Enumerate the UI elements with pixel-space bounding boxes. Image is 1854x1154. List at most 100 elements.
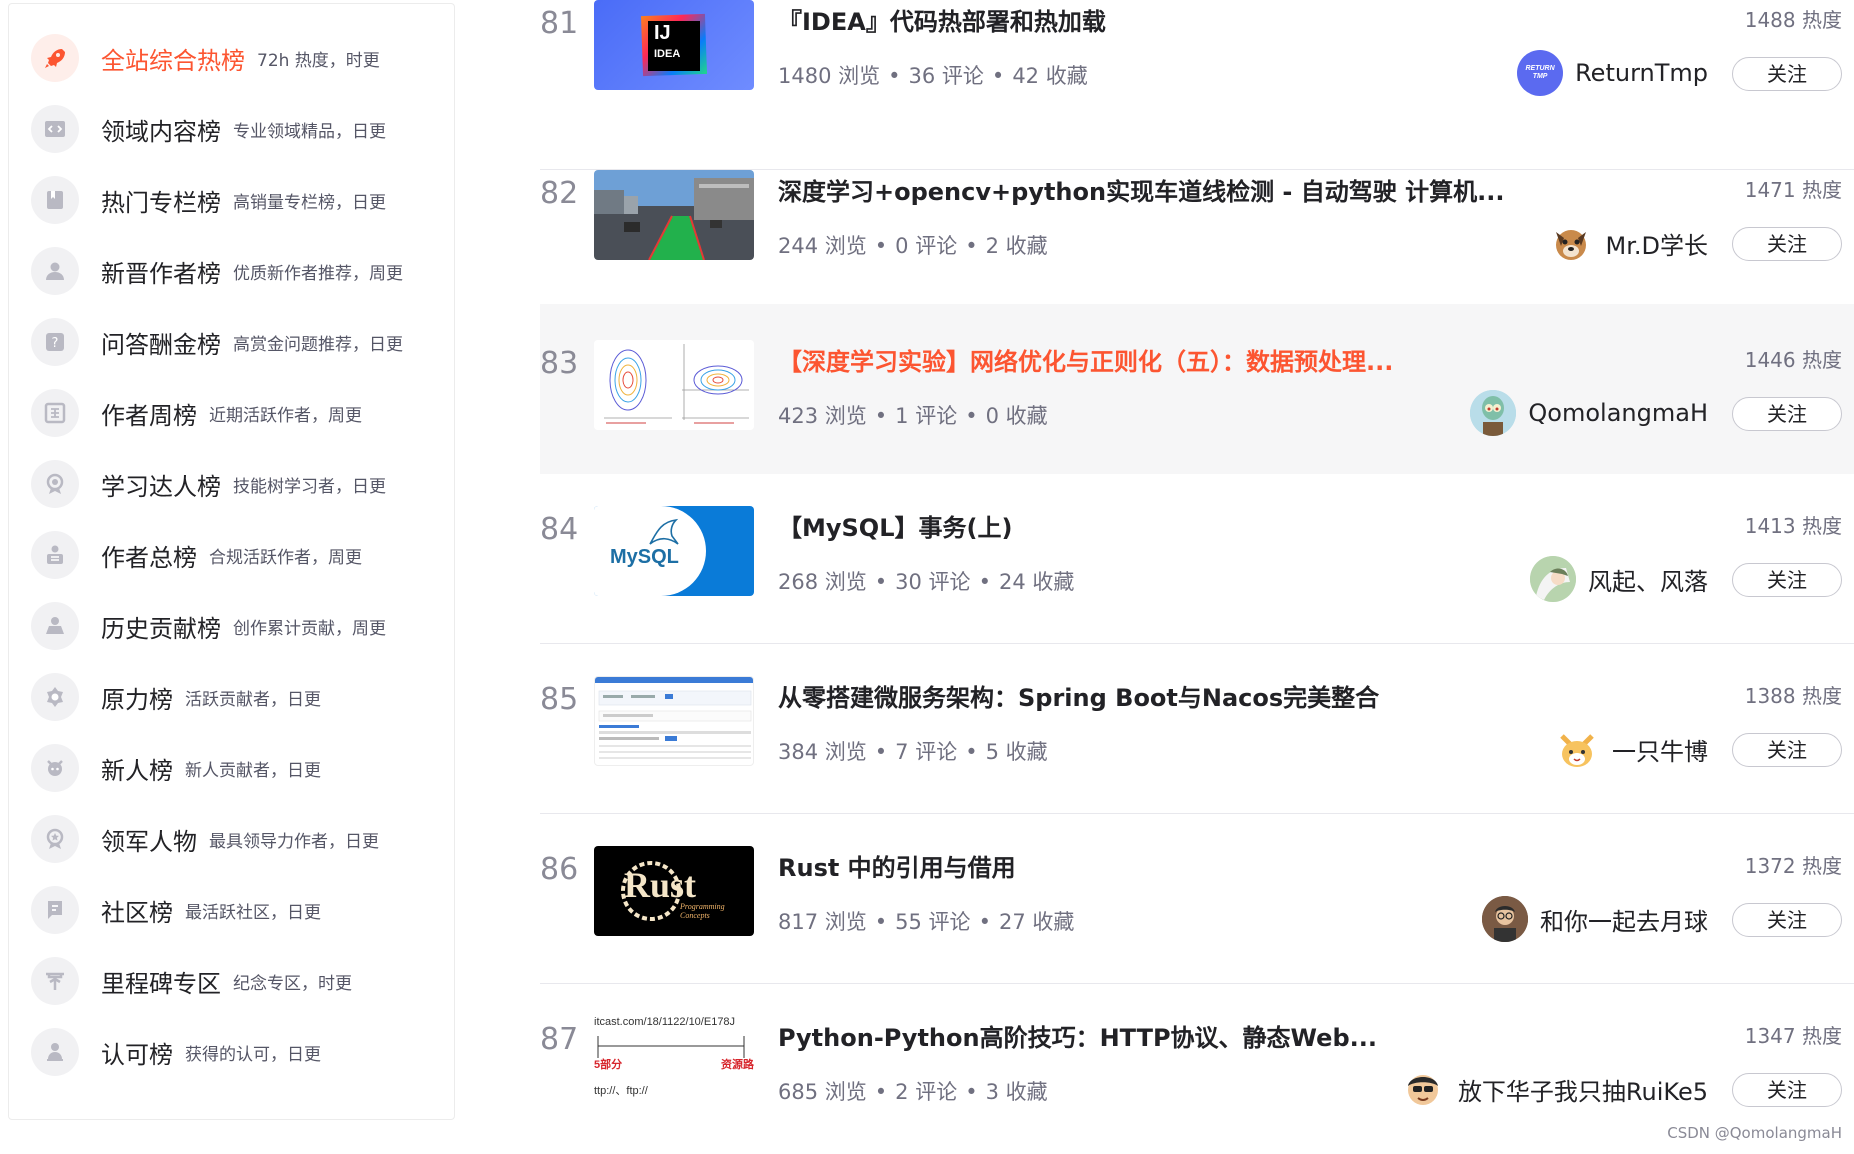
question-icon: ? xyxy=(31,318,79,366)
article-title[interactable]: 【深度学习实验】网络优化与正则化（五）：数据预处理... xyxy=(778,342,1393,377)
sidebar-item-name: 全站综合热榜 xyxy=(101,46,245,75)
author-name[interactable]: ReturnTmp xyxy=(1575,59,1708,87)
author-info[interactable]: RETURN TMP ReturnTmp xyxy=(1517,48,1708,98)
idea-logo-thumbnail[interactable]: IJ IDEA xyxy=(594,0,754,90)
mysql-logo-thumbnail[interactable]: MySQL xyxy=(594,506,754,596)
follow-button[interactable]: 关注 xyxy=(1732,227,1842,261)
anime-avatar[interactable] xyxy=(1530,556,1576,602)
author-info[interactable]: 一只牛博 xyxy=(1554,724,1708,774)
sidebar-item-approval[interactable]: 认可榜 获得的认可，日更 xyxy=(31,1022,451,1082)
author-info[interactable]: 放下华子我只抽RuiKe5 xyxy=(1399,1064,1708,1114)
sidebar-item-newcomer[interactable]: 新人榜 新人贡献者，日更 xyxy=(31,738,451,798)
favorites-count: 42 收藏 xyxy=(1012,64,1088,88)
follow-button[interactable]: 关注 xyxy=(1732,1073,1842,1107)
url-part-left-label: 5部分 xyxy=(594,1059,623,1071)
squidward-avatar[interactable] xyxy=(1470,390,1517,436)
sidebar-item-leader[interactable]: 领军人物 最具领导力作者，日更 xyxy=(31,809,451,869)
sidebar-item-site-hot[interactable]: 全站综合热榜 72h 热度，时更 xyxy=(31,28,451,88)
list-item[interactable]: 84 MySQL 【MySQL】事务(上) 268 浏览 • 30 评论 • 24 收藏… xyxy=(540,474,1854,644)
sidebar-item-learner[interactable]: 学习达人榜 技能树学习者，日更 xyxy=(31,454,451,514)
force-icon xyxy=(31,673,79,721)
sidebar-item-name: 新人榜 xyxy=(101,756,173,785)
sidebar-item-desc: 高销量专栏榜，日更 xyxy=(233,192,386,213)
dog-avatar[interactable] xyxy=(1547,220,1594,266)
sidebar-item-community[interactable]: 社区榜 最活跃社区，日更 xyxy=(31,880,451,940)
author-info[interactable]: 风起、风落 xyxy=(1530,554,1708,604)
follow-button[interactable]: 关注 xyxy=(1732,397,1842,431)
author-name[interactable]: 放下华子我只抽RuiKe5 xyxy=(1458,1072,1708,1107)
sidebar-item-desc: 合规活跃作者，周更 xyxy=(209,547,362,568)
sidebar-item-desc: 优质新作者推荐，周更 xyxy=(233,263,403,284)
svg-text:?: ? xyxy=(52,336,59,351)
follow-button[interactable]: 关注 xyxy=(1732,57,1842,91)
comments-count: 7 评论 xyxy=(895,740,958,764)
article-title[interactable]: 【MySQL】事务(上) xyxy=(778,508,1012,543)
sidebar-item-domain[interactable]: 领域内容榜 专业领域精品，日更 xyxy=(31,99,451,159)
rank-number: 83 xyxy=(540,346,579,381)
idea-logo-subtext: IDEA xyxy=(654,48,681,60)
rank-number: 81 xyxy=(540,6,579,41)
sidebar-item-milestone[interactable]: 里程碑专区 纪念专区，时更 xyxy=(31,951,451,1011)
comments-count: 36 评论 xyxy=(908,64,984,88)
sidebar-item-desc: 新人贡献者，日更 xyxy=(185,760,321,781)
follow-button[interactable]: 关注 xyxy=(1732,733,1842,767)
heat-score: 1488 热度 xyxy=(1744,8,1842,32)
views-count: 817 浏览 xyxy=(778,910,867,934)
author-info[interactable]: Mr.D学长 xyxy=(1547,218,1708,268)
sidebar-item-desc: 活跃贡献者，日更 xyxy=(185,689,321,710)
nacos-console-thumbnail[interactable] xyxy=(594,676,754,766)
list-item[interactable]: 81 IJ IDEA 『IDEA』代码热部署和热加载 1480 浏览 • 36 评论… xyxy=(540,0,1854,170)
cat-avatar[interactable] xyxy=(1554,726,1600,772)
sidebar-item-desc: 近期活跃作者，周更 xyxy=(209,405,362,426)
lane-detection-thumbnail[interactable] xyxy=(594,170,754,260)
sidebar-item-qa-reward[interactable]: ? 问答酬金榜 高赏金问题推荐，日更 xyxy=(31,312,451,372)
article-stats: 1480 浏览 • 36 评论 • 42 收藏 xyxy=(778,64,1088,88)
favorites-count: 5 收藏 xyxy=(985,740,1048,764)
author-name[interactable]: 一只牛博 xyxy=(1612,732,1708,767)
list-item[interactable]: 87 itcast.com/18/1122/10/E178J 5部分 资源路 t… xyxy=(540,984,1854,1154)
author-info[interactable]: QomolangmaH xyxy=(1470,388,1708,438)
sidebar-item-author-week[interactable]: 作者周榜 近期活跃作者，周更 xyxy=(31,383,451,443)
sidebar-item-force[interactable]: 原力榜 活跃贡献者，日更 xyxy=(31,667,451,727)
sidebar-item-new-author[interactable]: 新晋作者榜 优质新作者推荐，周更 xyxy=(31,241,451,301)
article-title[interactable]: Python-Python高阶技巧：HTTP协议、静态Web... xyxy=(778,1018,1377,1053)
author-info[interactable]: 和你一起去月球 xyxy=(1482,894,1708,944)
sidebar-item-name: 社区榜 xyxy=(101,898,173,927)
rank-number: 85 xyxy=(540,682,579,717)
list-item[interactable]: 85 从零搭建微服务架构：Spring Boot与Nacos完美整合 384 浏… xyxy=(540,644,1854,814)
author-name[interactable]: 风起、风落 xyxy=(1588,562,1708,597)
heat-score: 1388 热度 xyxy=(1744,684,1842,708)
article-title[interactable]: 『IDEA』代码热部署和热加载 xyxy=(778,2,1106,37)
learner-icon xyxy=(31,460,79,508)
author-name[interactable]: 和你一起去月球 xyxy=(1540,902,1708,937)
week-icon xyxy=(31,389,79,437)
favorites-count: 0 收藏 xyxy=(985,404,1048,428)
list-item[interactable]: 83 【深度学习实验】网络优化与正则化（五）：数据预处理... 423 浏览 • 1… xyxy=(540,304,1854,474)
cartoon-avatar[interactable] xyxy=(1399,1066,1446,1112)
author-name[interactable]: Mr.D学长 xyxy=(1606,226,1708,261)
sidebar-item-name: 新晋作者榜 xyxy=(101,259,221,288)
sidebar-item-author-total[interactable]: 作者总榜 合规活跃作者，周更 xyxy=(31,525,451,585)
sidebar-item-name: 学习达人榜 xyxy=(101,472,221,501)
avatar-logo-text: RETURN TMP xyxy=(1525,65,1555,80)
newcomer-icon xyxy=(31,744,79,792)
follow-button[interactable]: 关注 xyxy=(1732,903,1842,937)
rust-logo-thumbnail[interactable]: Rust Programming Concepts xyxy=(594,846,754,936)
sidebar-item-history[interactable]: 历史贡献榜 创作累计贡献，周更 xyxy=(31,596,451,656)
sidebar-item-column[interactable]: 热门专栏榜 高销量专栏榜，日更 xyxy=(31,170,451,230)
article-title[interactable]: Rust 中的引用与借用 xyxy=(778,848,1016,883)
person-avatar[interactable] xyxy=(1482,896,1528,942)
follow-button[interactable]: 关注 xyxy=(1732,563,1842,597)
author-name[interactable]: QomolangmaH xyxy=(1528,399,1708,427)
sidebar-item-desc: 创作累计贡献，周更 xyxy=(233,618,386,639)
returntmp-avatar[interactable]: RETURN TMP xyxy=(1517,50,1564,96)
contour-plot-thumbnail[interactable] xyxy=(594,340,754,430)
sidebar-item-desc: 纪念专区，时更 xyxy=(233,973,352,994)
url-diagram-thumbnail[interactable]: itcast.com/18/1122/10/E178J 5部分 资源路 ttp:… xyxy=(594,1016,754,1106)
list-item[interactable]: 86 Rust Programming Concepts Rust 中的引用与借… xyxy=(540,814,1854,984)
article-title[interactable]: 从零搭建微服务架构：Spring Boot与Nacos完美整合 xyxy=(778,678,1379,713)
sidebar-item-name: 原力榜 xyxy=(101,685,173,714)
article-title[interactable]: 深度学习+opencv+python实现车道线检测 - 自动驾驶 计算机... xyxy=(778,172,1504,207)
protocol-text: ttp://、ftp:// xyxy=(594,1085,648,1097)
comments-count: 1 评论 xyxy=(895,404,958,428)
